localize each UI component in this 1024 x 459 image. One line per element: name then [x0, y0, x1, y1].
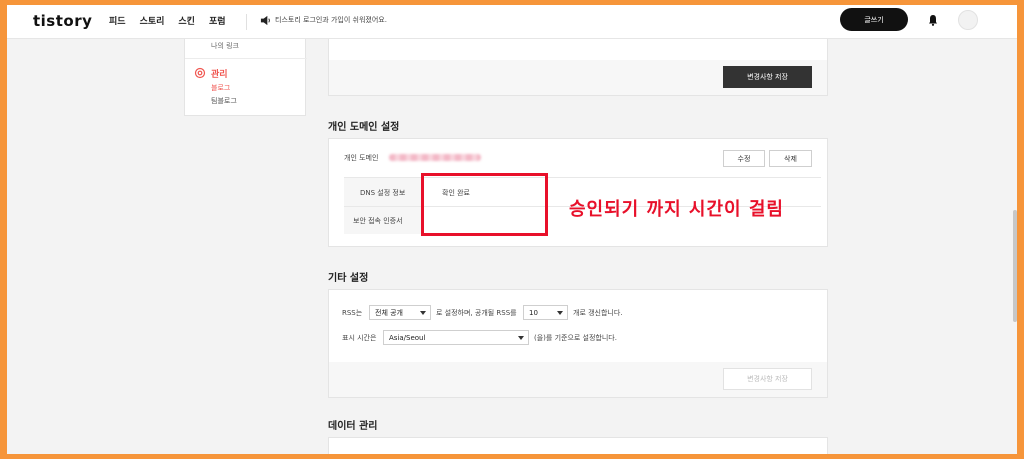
- time-suffix-label: (을)를 기준으로 설정합니다.: [534, 334, 617, 342]
- previous-section-panel: [328, 39, 828, 61]
- top-navigation-bar: tistory 피드 스토리 스킨 포럼 티스토리 로그인과 가입이 쉬워졌어요…: [7, 5, 1017, 39]
- etc-settings-panel: RSS는 전체 공개 로 설정하며, 공개될 RSS를 10 개로 갱신합니다.…: [328, 289, 828, 363]
- domain-section-title: 개인 도메인 설정: [328, 122, 400, 133]
- time-prefix-label: 표시 시간은: [342, 334, 377, 342]
- rss-count-select[interactable]: 10: [523, 305, 568, 320]
- rss-prefix-label: RSS는: [342, 309, 363, 317]
- etc-section-title: 기타 설정: [328, 273, 369, 284]
- avatar[interactable]: [958, 10, 978, 30]
- sidebar-item-my-link[interactable]: 나의 링크: [211, 41, 239, 51]
- annotation-text: 승인되기 까지 시간이 걸림: [569, 199, 784, 220]
- rss-visibility-value: 전체 공개: [375, 308, 403, 317]
- sidebar-divider: [185, 58, 307, 59]
- main-nav: 피드 스토리 스킨 포럼: [109, 14, 226, 27]
- domain-label: 개인 도메인: [344, 154, 379, 162]
- nav-story[interactable]: 스토리: [140, 14, 165, 27]
- etc-settings-footer: 변경사항 저장: [328, 362, 828, 398]
- app-window: tistory 피드 스토리 스킨 포럼 티스토리 로그인과 가입이 쉬워졌어요…: [7, 5, 1017, 454]
- dns-settings-label: DNS 설정 정보: [360, 189, 406, 197]
- edit-button[interactable]: 수정: [723, 150, 765, 167]
- tistory-logo[interactable]: tistory: [33, 12, 92, 30]
- sidebar-item-team-blog[interactable]: 팀블로그: [211, 96, 237, 106]
- rss-suffix-label: 개로 갱신합니다.: [573, 309, 623, 317]
- chevron-down-icon: [557, 311, 563, 315]
- sidebar-item-blog[interactable]: 블로그: [211, 83, 230, 93]
- nav-feed[interactable]: 피드: [109, 14, 126, 27]
- header-divider: [246, 14, 247, 30]
- sidebar-item-manage[interactable]: 관리: [211, 67, 228, 80]
- nav-skin[interactable]: 스킨: [178, 14, 195, 27]
- bell-icon[interactable]: [927, 14, 939, 26]
- delete-button[interactable]: 삭제: [769, 150, 812, 167]
- write-button[interactable]: 글쓰기: [840, 8, 908, 31]
- rss-count-value: 10: [529, 308, 538, 317]
- save-changes-button[interactable]: 변경사항 저장: [723, 66, 812, 88]
- data-section-title: 데이터 관리: [328, 421, 378, 432]
- sidebar: 나의 링크 관리 블로그 팀블로그: [184, 39, 307, 116]
- timezone-value: Asia/Seoul: [389, 333, 426, 342]
- chevron-down-icon: [518, 336, 524, 340]
- previous-section-footer: 변경사항 저장: [328, 60, 828, 96]
- highlight-box: [421, 173, 548, 236]
- blurred-domain-value: [389, 154, 481, 161]
- save-changes-button-disabled[interactable]: 변경사항 저장: [723, 368, 812, 390]
- scrollbar[interactable]: [1013, 210, 1017, 322]
- timezone-select[interactable]: Asia/Seoul: [383, 330, 529, 345]
- speaker-icon: [260, 15, 270, 26]
- chevron-down-icon: [420, 311, 426, 315]
- rss-visibility-select[interactable]: 전체 공개: [369, 305, 431, 320]
- notice-text[interactable]: 티스토리 로그인과 가입이 쉬워졌어요.: [275, 15, 387, 25]
- rss-mid-label: 로 설정하며, 공개될 RSS를: [436, 309, 517, 317]
- nav-forum[interactable]: 포럼: [209, 14, 226, 27]
- ssl-certificate-label: 보안 접속 인증서: [353, 217, 403, 225]
- gear-icon: [194, 67, 206, 79]
- data-management-panel: [328, 437, 828, 454]
